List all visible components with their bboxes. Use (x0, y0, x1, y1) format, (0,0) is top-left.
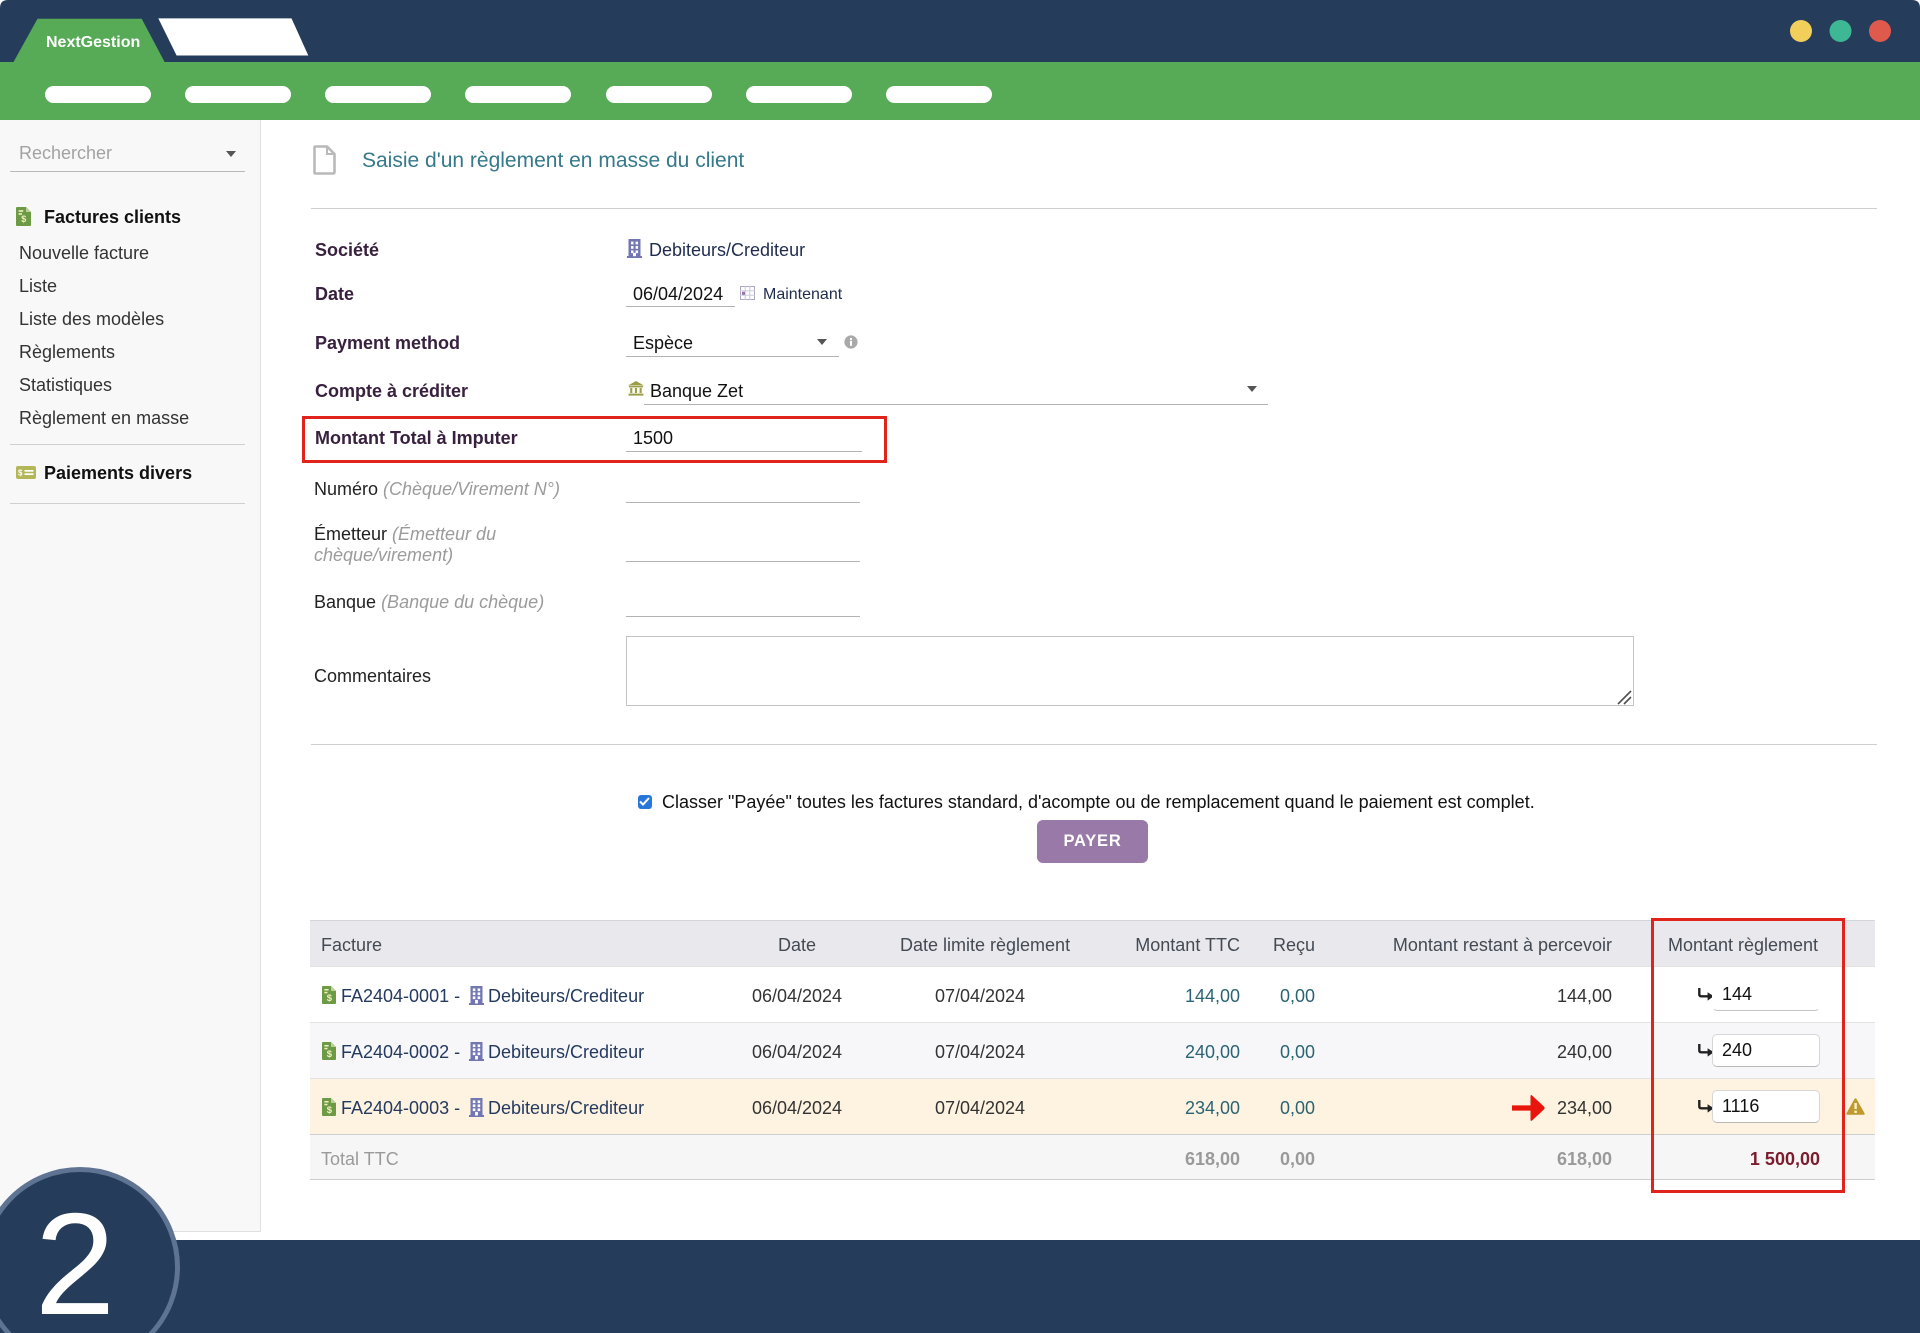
svg-text:$: $ (21, 214, 26, 224)
svg-text:$: $ (327, 993, 333, 1004)
svg-text:$: $ (327, 1049, 333, 1060)
svg-text:$: $ (327, 1105, 333, 1116)
svg-text:$: $ (18, 469, 23, 478)
